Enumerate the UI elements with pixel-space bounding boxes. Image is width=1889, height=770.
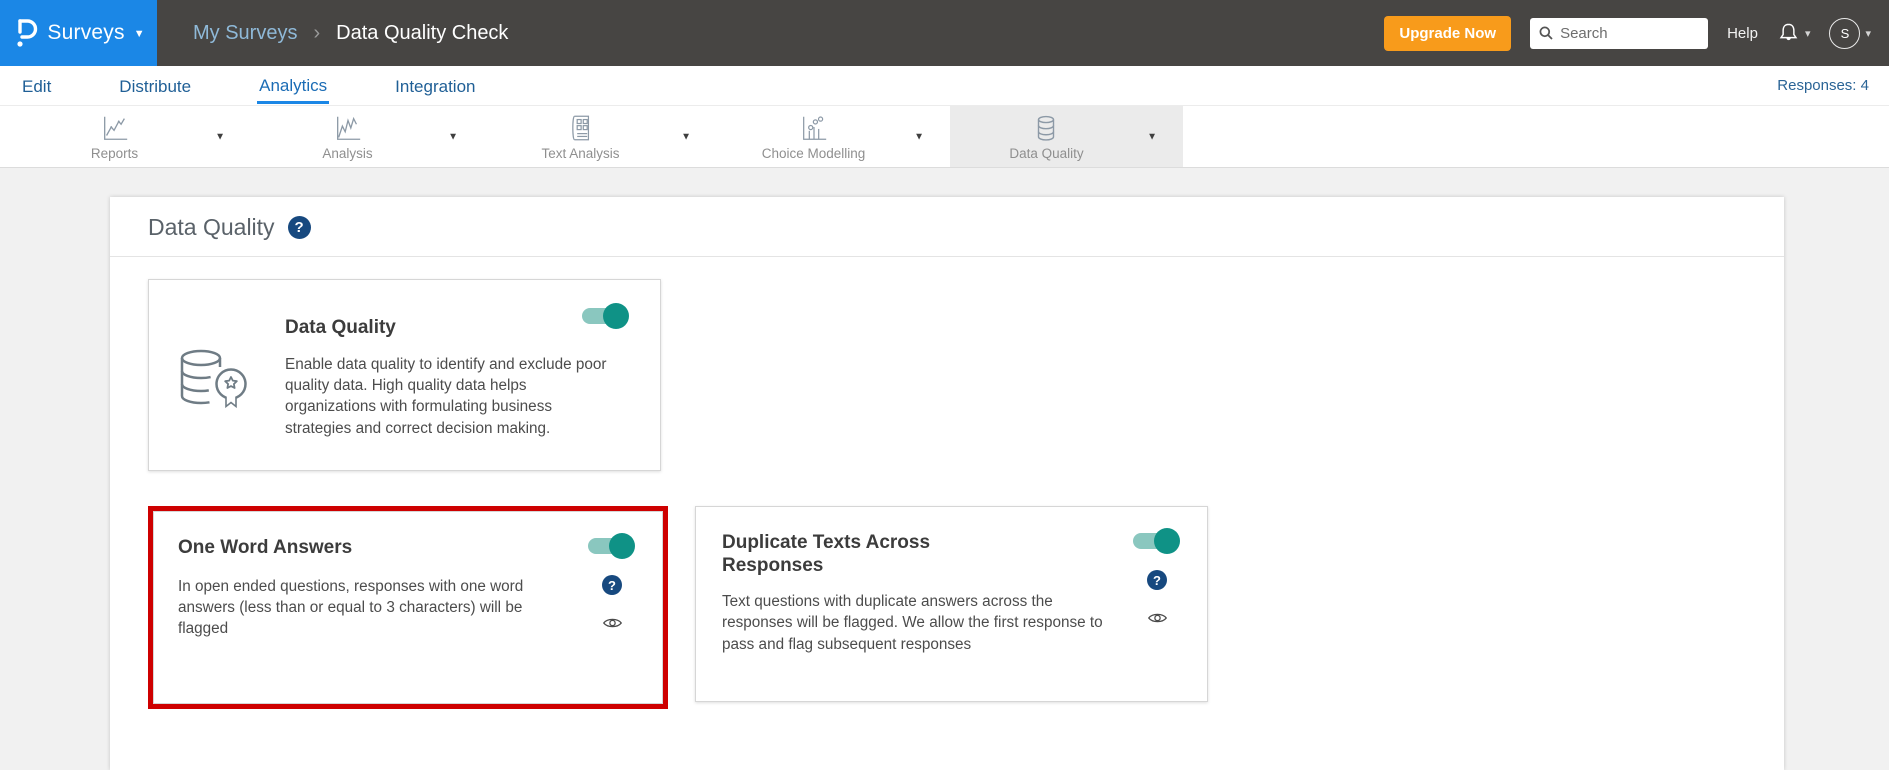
toolbar-item-choice-modelling[interactable]: Choice Modelling ▼ [717,106,950,167]
analytics-toolbar: Reports ▼ Analysis ▼ Text Analysis ▼ Cho… [0,105,1889,168]
line-chart-icon [336,116,360,140]
card-description: Enable data quality to identify and excl… [285,356,607,437]
one-word-answers-toggle[interactable] [588,533,635,559]
tab-integration[interactable]: Integration [393,69,477,102]
survey-nav: Edit Distribute Analytics Integration Re… [0,66,1889,105]
card-title: Data Quality [285,317,396,338]
data-quality-toggle[interactable] [582,303,629,329]
card-description: In open ended questions, responses with … [178,578,524,638]
line-chart-icon [103,116,127,140]
chevron-down-icon[interactable]: ▼ [914,131,924,142]
search-box[interactable] [1530,17,1709,49]
chevron-down-icon[interactable]: ▼ [681,131,691,142]
chevron-down-icon: ▼ [133,28,145,40]
search-input[interactable] [1560,24,1701,42]
breadcrumb-separator-icon: › [313,21,321,44]
data-quality-panel: Data Quality ? Data Quality Enable data … [110,197,1784,770]
card-duplicate-texts: Duplicate Texts Across Responses Text qu… [695,506,1208,702]
product-name: Surveys [47,21,125,44]
account-menu[interactable]: S ▾ [1829,17,1871,49]
notifications-menu[interactable]: ▾ [1777,21,1811,45]
help-icon[interactable]: ? [602,575,622,595]
responses-count[interactable]: Responses: 4 [1777,77,1869,94]
highlight-red-border: One Word Answers In open ended questions… [148,506,668,709]
card-title: One Word Answers [178,537,353,558]
page-background-band [0,168,1889,197]
toolbar-item-data-quality[interactable]: Data Quality ▼ [950,106,1183,167]
search-icon [1539,26,1553,40]
toolbar-item-analysis[interactable]: Analysis ▼ [251,106,484,167]
database-icon [1038,115,1055,141]
page-title: Data Quality [148,214,275,240]
help-icon[interactable]: ? [287,216,311,239]
breadcrumb: My Surveys › Data Quality Check [193,22,508,45]
card-one-word-answers: One Word Answers In open ended questions… [153,511,663,704]
tab-distribute[interactable]: Distribute [117,69,193,102]
help-link[interactable]: Help [1727,25,1758,42]
toolbar-item-text-analysis[interactable]: Text Analysis ▼ [484,106,717,167]
avatar: S [1829,17,1861,49]
help-icon[interactable]: ? [1147,570,1167,590]
product-switcher[interactable]: Surveys ▼ [0,0,157,66]
card-description: Text questions with duplicate answers ac… [722,593,1103,653]
duplicate-texts-toggle[interactable] [1133,528,1180,554]
chevron-down-icon: ▾ [1804,27,1811,40]
questionpro-logo-icon [17,19,38,47]
eye-icon[interactable] [1147,611,1168,625]
document-icon [572,115,590,140]
database-star-icon [180,349,247,409]
card-data-quality: Data Quality Enable data quality to iden… [148,279,661,471]
tab-analytics[interactable]: Analytics [257,68,330,104]
chevron-down-icon: ▾ [1865,27,1871,40]
bell-icon [1779,23,1798,41]
chart-dots-icon [802,115,826,140]
card-title: Duplicate Texts Across Responses [722,532,931,577]
tab-edit[interactable]: Edit [20,69,53,102]
breadcrumb-my-surveys[interactable]: My Surveys [193,22,297,45]
toolbar-item-reports[interactable]: Reports ▼ [18,106,251,167]
chevron-down-icon[interactable]: ▼ [215,131,225,142]
upgrade-now-button[interactable]: Upgrade Now [1384,15,1512,51]
top-bar: Surveys ▼ My Surveys › Data Quality Chec… [0,0,1889,66]
breadcrumb-current: Data Quality Check [336,21,509,44]
eye-icon[interactable] [602,616,623,630]
chevron-down-icon[interactable]: ▼ [1147,131,1157,142]
chevron-down-icon[interactable]: ▼ [448,131,458,142]
